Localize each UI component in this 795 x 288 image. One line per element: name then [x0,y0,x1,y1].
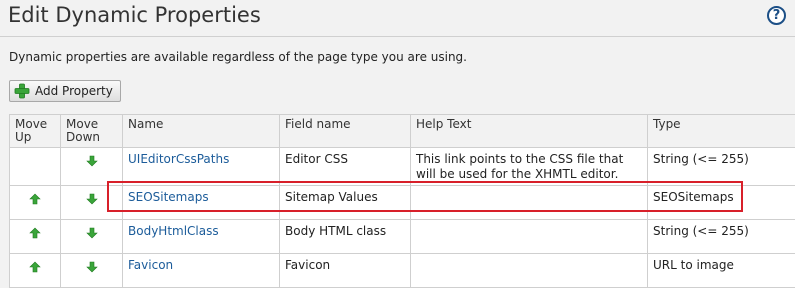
help-icon[interactable]: ? [767,6,786,25]
move-up-cell [10,220,61,254]
arrow-up-icon[interactable] [29,227,41,239]
name-cell: BodyHtmlClass [123,220,280,254]
move-down-cell [61,148,123,186]
type-cell: SEOSitemaps [648,186,795,220]
help-text-cell: This link points to the CSS file that wi… [411,148,648,186]
move-up-cell [10,254,61,288]
name-cell: UIEditorCssPaths [123,148,280,186]
arrow-down-icon[interactable] [86,227,98,239]
field-name-cell: Body HTML class [280,220,411,254]
field-name-cell: Sitemap Values [280,186,411,220]
property-name-link[interactable]: BodyHtmlClass [128,224,219,238]
page-title: Edit Dynamic Properties [8,3,261,27]
type-cell: String (<= 255) [648,148,795,186]
move-down-cell [61,186,123,220]
add-property-label: Add Property [35,84,113,98]
move-up-cell [10,186,61,220]
page-description: Dynamic properties are available regardl… [9,50,467,64]
arrow-up-icon[interactable] [29,261,41,273]
arrow-down-icon[interactable] [86,155,98,167]
arrow-up-icon[interactable] [29,193,41,205]
arrow-down-icon[interactable] [86,193,98,205]
column-header-type: Type [648,115,795,148]
table-row: UIEditorCssPaths Editor CSS This link po… [10,148,795,186]
help-text-cell [411,186,648,220]
column-header-field-name: Field name [280,115,411,148]
help-text-cell [411,220,648,254]
field-name-cell: Editor CSS [280,148,411,186]
name-cell: Favicon [123,254,280,288]
move-down-cell [61,220,123,254]
column-header-move-up: Move Up [10,115,61,148]
name-cell: SEOSitemaps [123,186,280,220]
property-name-link[interactable]: UIEditorCssPaths [128,152,229,166]
column-header-move-up-line2: Up [15,131,55,144]
property-name-link[interactable]: SEOSitemaps [128,190,209,204]
column-header-name: Name [123,115,280,148]
help-text-cell [411,254,648,288]
move-up-cell [10,148,61,186]
table-header-row: Move Up Move Down Name Field name Help T… [10,115,795,148]
table-row: Favicon Favicon URL to image [10,254,795,288]
add-property-button[interactable]: Add Property [9,80,121,102]
column-header-move-down-line2: Down [66,131,117,144]
plus-icon [14,83,30,99]
column-header-move-down: Move Down [61,115,123,148]
header: Edit Dynamic Properties ? [0,0,795,37]
property-name-link[interactable]: Favicon [128,258,173,272]
arrow-down-icon[interactable] [86,261,98,273]
table-row: BodyHtmlClass Body HTML class String (<=… [10,220,795,254]
type-cell: String (<= 255) [648,220,795,254]
field-name-cell: Favicon [280,254,411,288]
properties-table: Move Up Move Down Name Field name Help T… [9,114,795,288]
table-row: SEOSitemaps Sitemap Values SEOSitemaps [10,186,795,220]
column-header-help-text: Help Text [411,115,648,148]
move-down-cell [61,254,123,288]
type-cell: URL to image [648,254,795,288]
